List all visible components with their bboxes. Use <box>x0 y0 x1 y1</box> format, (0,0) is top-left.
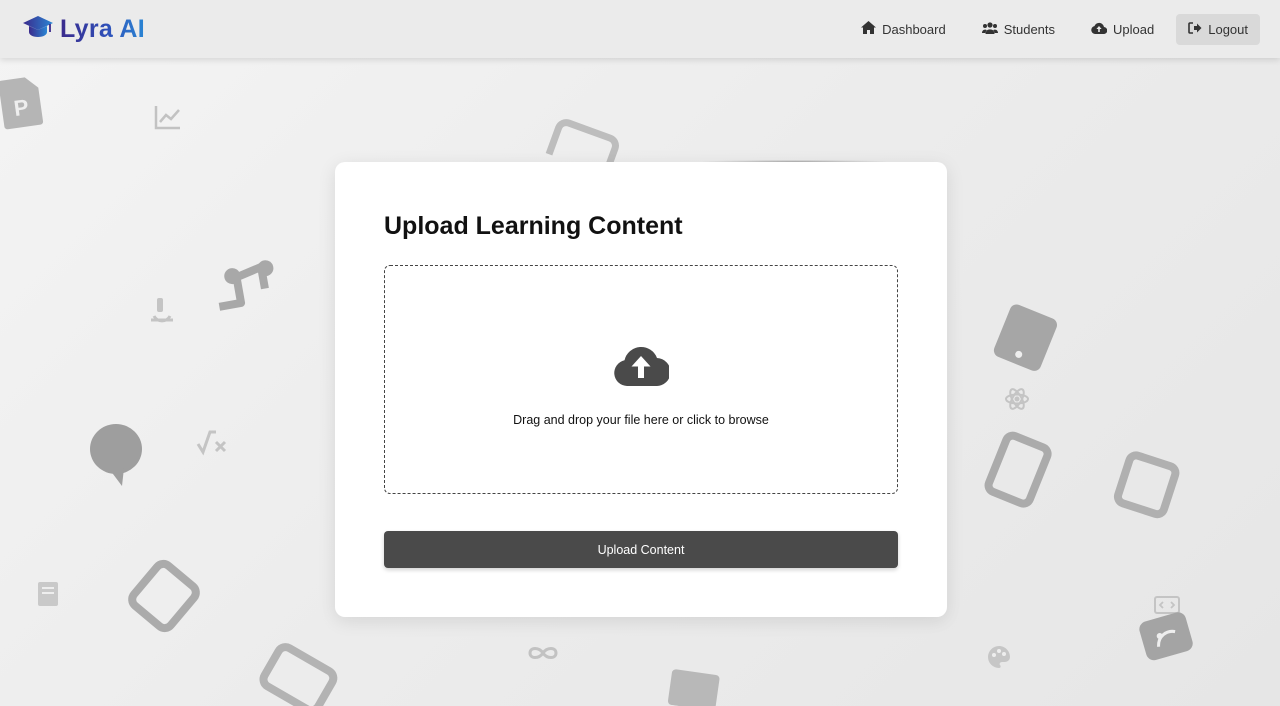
nav-students-label: Students <box>1003 21 1056 37</box>
infinity-icon <box>526 642 560 664</box>
square-root-icon <box>196 430 228 456</box>
music-note-icon <box>209 257 282 314</box>
top-navbar: Lyra AI Dashboard Students Upload Logout <box>0 0 1280 58</box>
monitor-icon <box>1103 443 1191 531</box>
tablet-outline-icon <box>975 424 1063 515</box>
nav-dashboard-label: Dashboard <box>882 21 946 37</box>
nav-students[interactable]: Students <box>968 14 1069 45</box>
home-icon <box>861 21 877 37</box>
nav-links: Dashboard Students Upload Logout <box>847 13 1260 45</box>
file-p-icon: P <box>0 71 48 131</box>
upload-content-button[interactable]: Upload Content <box>384 531 898 568</box>
upload-card: Upload Learning Content Drag and drop yo… <box>335 162 947 617</box>
logout-label: Logout <box>1208 21 1248 37</box>
nav-upload-label: Upload <box>1113 21 1155 37</box>
file-dropzone[interactable]: Drag and drop your file here or click to… <box>384 265 898 494</box>
logout-button[interactable]: Logout <box>1176 13 1260 45</box>
line-chart-icon <box>154 104 182 130</box>
phone-icon <box>984 296 1068 381</box>
speech-bubble-icon <box>88 422 146 488</box>
page-title: Upload Learning Content <box>384 212 683 240</box>
dropzone-instructions: Drag and drop your file here or click to… <box>513 413 769 427</box>
nav-upload[interactable]: Upload <box>1077 14 1168 45</box>
graduation-cap-icon <box>22 14 54 45</box>
microscope-icon <box>148 296 176 324</box>
laptop-icon <box>250 636 349 706</box>
atom-icon <box>1004 386 1030 412</box>
sign-out-icon <box>1188 21 1202 37</box>
cloud-upload-icon <box>1091 22 1108 37</box>
users-icon <box>981 21 998 37</box>
brand[interactable]: Lyra AI <box>22 14 145 45</box>
brand-name: Lyra AI <box>60 14 145 43</box>
nav-dashboard[interactable]: Dashboard <box>847 13 960 45</box>
folder-icon <box>665 665 722 706</box>
palette-board-icon <box>1132 603 1202 669</box>
palette-icon <box>986 644 1012 670</box>
cloud-upload-icon <box>613 342 671 391</box>
tablet-icon <box>113 545 214 646</box>
book-icon <box>36 580 60 608</box>
